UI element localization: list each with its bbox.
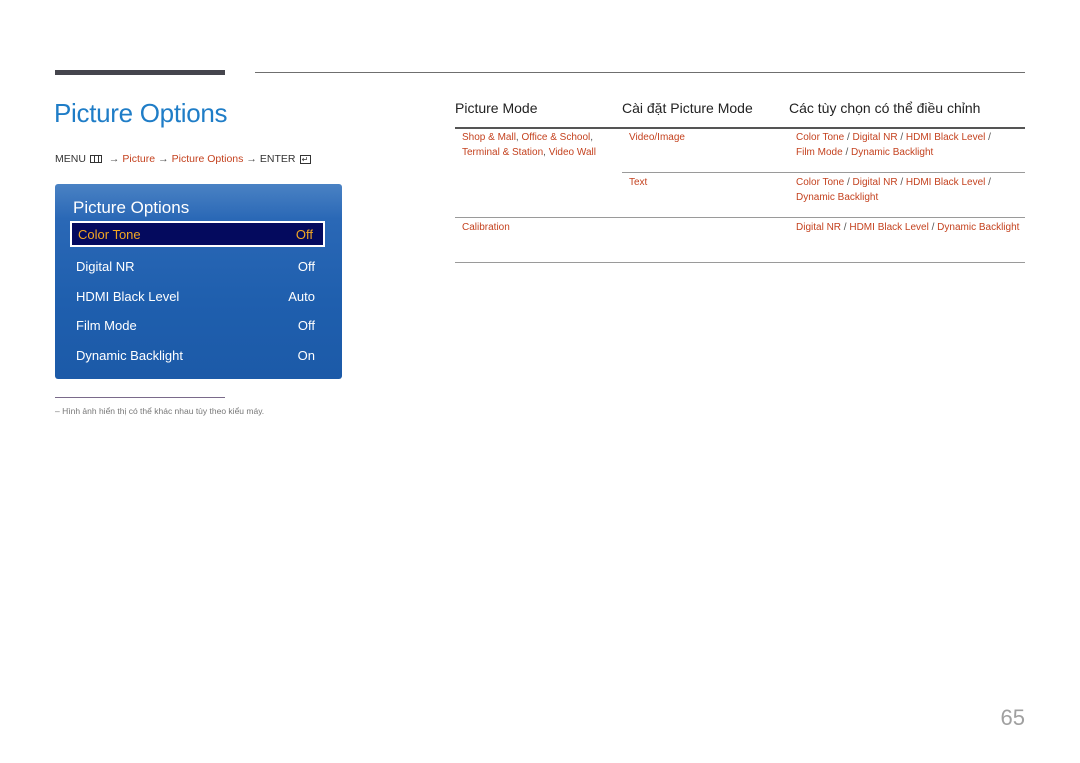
column-header-adjustable-options: Các tùy chọn có thể điều chỉnh bbox=[789, 100, 981, 116]
breadcrumb-menu: MENU bbox=[55, 153, 86, 165]
column-header-picture-mode-setting: Cài đặt Picture Mode bbox=[622, 100, 753, 116]
cell-options: Color Tone / Digital NR / HDMI Black Lev… bbox=[796, 132, 991, 158]
cell-options: Color Tone / Digital NR / HDMI Black Lev… bbox=[796, 177, 991, 203]
osd-item-hdmi-black-level[interactable]: HDMI Black Level Auto bbox=[70, 283, 325, 309]
osd-item-label: HDMI Black Level bbox=[76, 288, 180, 304]
osd-item-label: Dynamic Backlight bbox=[76, 347, 183, 363]
cell-options: Digital NR / HDMI Black Level / Dynamic … bbox=[796, 222, 1020, 233]
row-divider bbox=[455, 217, 1025, 218]
enter-icon: ↵ bbox=[299, 154, 311, 164]
osd-title: Picture Options bbox=[73, 198, 190, 217]
page-number: 65 bbox=[1000, 705, 1025, 730]
cell-setting: Video/Image bbox=[629, 132, 685, 143]
osd-item-value: Off bbox=[297, 258, 315, 274]
page-title: Picture Options bbox=[54, 98, 228, 128]
cell-picture-mode: Shop & Mall, Office & School, Terminal &… bbox=[462, 132, 596, 158]
header-accent-bar bbox=[55, 70, 225, 75]
osd-item-film-mode[interactable]: Film Mode Off bbox=[70, 312, 325, 338]
menu-icon bbox=[89, 155, 102, 163]
osd-item-color-tone[interactable]: Color Tone Off bbox=[70, 221, 325, 247]
footnote: – Hình ảnh hiển thị có thể khác nhau tùy… bbox=[55, 406, 265, 416]
breadcrumb-picture[interactable]: Picture bbox=[122, 153, 155, 165]
row-divider bbox=[622, 172, 1025, 173]
breadcrumb-picture-options[interactable]: Picture Options bbox=[172, 153, 244, 165]
osd-item-dynamic-backlight[interactable]: Dynamic Backlight On bbox=[70, 342, 325, 368]
breadcrumb-enter: ENTER bbox=[259, 153, 296, 165]
arrow-icon: → bbox=[158, 153, 169, 165]
osd-item-label: Digital NR bbox=[76, 258, 135, 274]
header-rule bbox=[255, 72, 1025, 73]
arrow-icon: → bbox=[108, 153, 120, 165]
osd-item-value: Off bbox=[297, 317, 315, 333]
cell-picture-mode: Calibration bbox=[462, 222, 510, 233]
footnote-divider bbox=[55, 397, 225, 398]
column-header-picture-mode: Picture Mode bbox=[455, 100, 538, 116]
osd-item-value: Off bbox=[295, 226, 313, 242]
picture-options-osd-menu: Picture Options Color Tone Off Digital N… bbox=[55, 184, 342, 379]
table-bottom-rule bbox=[455, 262, 1025, 263]
osd-item-label: Color Tone bbox=[78, 226, 141, 242]
breadcrumb: MENU → Picture → Picture Options → ENTER… bbox=[55, 153, 311, 165]
osd-item-digital-nr[interactable]: Digital NR Off bbox=[70, 253, 325, 279]
cell-setting: Text bbox=[629, 177, 648, 188]
osd-item-label: Film Mode bbox=[76, 317, 137, 333]
osd-item-value: On bbox=[297, 347, 315, 363]
table-header-rule bbox=[455, 127, 1025, 129]
osd-item-value: Auto bbox=[288, 288, 315, 304]
arrow-icon: → bbox=[246, 153, 257, 165]
